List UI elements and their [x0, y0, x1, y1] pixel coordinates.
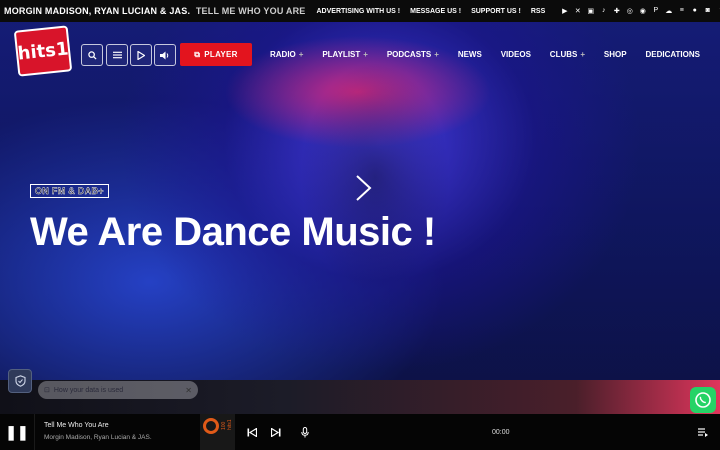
playlist-button[interactable]	[697, 426, 709, 438]
search-button[interactable]	[81, 44, 103, 66]
instagram-icon[interactable]: ◎	[623, 7, 636, 15]
nav-item-news[interactable]: NEWS	[458, 50, 482, 59]
cover-logo-icon	[203, 418, 219, 434]
now-playing-ticker: MORGIN MADISON, RYAN LUCIAN & JAS. TELL …	[0, 6, 306, 16]
skip-back-icon	[247, 427, 257, 437]
search-icon	[87, 50, 97, 60]
paypal-icon[interactable]: P	[649, 7, 662, 15]
site-logo[interactable]: hits1	[13, 25, 73, 77]
main-nav: RADIO + PLAYLIST + PODCASTS + NEWS VIDEOS C…	[270, 50, 700, 59]
ticker-title: TELL ME WHO YOU ARE	[195, 6, 306, 16]
rss-link[interactable]: RSS	[531, 8, 545, 15]
nav-item-dedications[interactable]: DEDICATIONS	[645, 50, 700, 59]
hero-badge: ON FM & DAB+	[30, 184, 109, 198]
twitch-icon[interactable]: ▣	[584, 7, 597, 15]
top-links: ADVERTISING WITH US ! MESSAGE US ! SUPPO…	[312, 8, 551, 15]
external-link-icon: ⧉	[194, 49, 201, 59]
apple-icon[interactable]: ●	[688, 7, 701, 15]
privacy-shield-button[interactable]	[8, 369, 32, 393]
whatsapp-button[interactable]	[690, 387, 716, 413]
message-link[interactable]: MESSAGE US !	[410, 8, 461, 15]
spotify-icon[interactable]: ◉	[636, 7, 649, 15]
plus-icon: +	[363, 50, 368, 59]
privacy-notice[interactable]: ⊡ How your data is used ✕	[38, 381, 198, 399]
nav-item-videos[interactable]: VIDEOS	[501, 50, 531, 59]
nav-item-playlist[interactable]: PLAYLIST +	[322, 50, 368, 59]
track-artist: Morgin Madison, Ryan Lucian & JAS.	[44, 434, 152, 441]
skip-forward-icon	[271, 427, 281, 437]
player-button-label: PLAYER	[204, 50, 238, 59]
privacy-label: How your data is used	[53, 386, 124, 394]
deezer-icon[interactable]: ≡	[675, 7, 688, 15]
pause-button[interactable]: ❚❚	[0, 414, 35, 450]
nav-item-podcasts[interactable]: PODCASTS +	[387, 50, 439, 59]
track-title: Tell Me Who You Are	[44, 422, 109, 429]
microphone-button[interactable]	[299, 426, 311, 438]
album-cover: 100 hits1	[200, 414, 235, 450]
nav-item-shop[interactable]: SHOP	[604, 50, 627, 59]
vk-icon[interactable]: ✚	[610, 7, 623, 15]
play-icon	[137, 50, 145, 60]
pause-icon: ❚❚	[5, 423, 29, 440]
menu-button[interactable]	[106, 44, 128, 66]
info-icon: ⊡	[44, 387, 50, 394]
ticker-artist: MORGIN MADISON, RYAN LUCIAN & JAS.	[4, 6, 191, 16]
microphone-icon	[301, 426, 309, 437]
volume-button[interactable]	[154, 44, 176, 66]
plus-icon: +	[580, 50, 586, 59]
volume-icon	[160, 51, 169, 59]
nav-item-clubs[interactable]: CLUBS +	[550, 50, 585, 59]
whatsapp-icon	[695, 392, 711, 408]
close-icon[interactable]: ✕	[185, 386, 192, 395]
nav-item-radio[interactable]: RADIO +	[270, 50, 303, 59]
x-icon[interactable]: ✕	[571, 7, 584, 15]
playlist-icon	[698, 427, 708, 437]
top-bar: MORGIN MADISON, RYAN LUCIAN & JAS. TELL …	[0, 0, 720, 22]
instagram-icon[interactable]: ◙	[701, 7, 714, 15]
play-button[interactable]	[130, 44, 152, 66]
tumblr-icon[interactable]: t	[714, 7, 720, 15]
tiktok-icon[interactable]: ♪	[597, 7, 610, 15]
youtube-icon[interactable]: ▶	[558, 7, 571, 15]
hero-image	[300, 62, 450, 292]
shield-icon	[14, 375, 26, 387]
player-button[interactable]: ⧉ PLAYER	[180, 43, 252, 66]
advertising-link[interactable]: ADVERTISING WITH US !	[317, 8, 401, 15]
plus-icon: +	[434, 50, 439, 59]
player-bar: ❚❚ Tell Me Who You Are Morgin Madison, R…	[0, 414, 720, 450]
next-button[interactable]	[270, 426, 282, 438]
previous-button[interactable]	[246, 426, 258, 438]
menu-icon	[112, 51, 122, 59]
playback-time: 00:00	[492, 429, 510, 436]
soundcloud-icon[interactable]: ☁	[662, 7, 675, 15]
slider-next-icon[interactable]	[352, 175, 374, 201]
support-link[interactable]: SUPPORT US !	[471, 8, 521, 15]
hero-headline: We Are Dance Music !	[30, 210, 436, 254]
cover-text: 100 hits1	[221, 419, 233, 430]
plus-icon: +	[298, 50, 304, 59]
social-icons: ▶ ✕ ▣ ♪ ✚ ◎ ◉ P ☁ ≡ ● ◙ t ◆ ○	[558, 7, 720, 15]
